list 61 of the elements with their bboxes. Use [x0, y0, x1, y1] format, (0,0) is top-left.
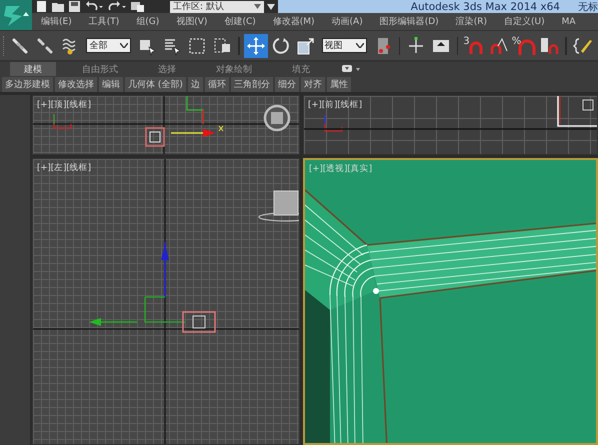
move-arrows-icon: [246, 36, 266, 56]
menu-item[interactable]: 修改器(M): [264, 15, 323, 28]
window-crossing-icon: [212, 36, 232, 56]
ribbon-panel-button[interactable]: 属性: [326, 76, 351, 92]
ribbon-panel-button[interactable]: 编辑: [99, 76, 123, 92]
broken-chain-icon: [35, 36, 56, 56]
menu-item[interactable]: 图形编辑器(D): [370, 15, 447, 28]
menu-item[interactable]: 编辑(E): [32, 15, 80, 28]
chain-link-icon: [10, 36, 30, 56]
save-icon[interactable]: [69, 1, 80, 12]
ribbon-panel-button[interactable]: 细分: [274, 76, 299, 92]
rotate-circle-icon: [270, 36, 291, 56]
new-file-icon[interactable]: [36, 1, 47, 12]
menu-item[interactable]: 动画(A): [322, 15, 371, 28]
caret-icon: [356, 43, 364, 48]
toolbar-button[interactable]: [244, 34, 268, 58]
spinner-magnet-icon: [539, 36, 560, 56]
toolbar-button[interactable]: %: [512, 34, 536, 58]
ribbon-panel-button[interactable]: 边: [188, 76, 203, 92]
ribbon-panel-button[interactable]: 修改选择: [55, 76, 97, 92]
ribbon-options-icon[interactable]: [342, 65, 360, 73]
ribbon-tab[interactable]: 选择: [144, 62, 190, 76]
menu-item[interactable]: 自定义(U): [494, 15, 553, 28]
dashed-rectangle-icon: [187, 36, 208, 56]
viewport[interactable]: [+][前][线框]: [303, 95, 598, 155]
menu-item[interactable]: 组(G): [127, 15, 168, 28]
ribbon-tab[interactable]: 填充: [278, 62, 324, 76]
ribbon-tab[interactable]: 自由形式: [68, 62, 132, 76]
file-name: 无标: [578, 0, 598, 13]
undo-icon[interactable]: [85, 1, 103, 12]
caret-icon: [120, 43, 128, 48]
scale-square-icon: [296, 36, 316, 56]
menu-item[interactable]: 创建(C): [215, 15, 264, 28]
menu-item[interactable]: 视图(V): [167, 15, 216, 28]
menu-item[interactable]: 工具(T): [80, 15, 128, 28]
angle-magnet-icon: [489, 36, 510, 56]
ribbon-tab[interactable]: 建模: [10, 62, 56, 76]
dropdown[interactable]: 视图: [322, 38, 366, 53]
project-folder-icon[interactable]: [131, 1, 144, 12]
ribbon-panel-button[interactable]: 几何体 (全部): [125, 76, 186, 92]
maximize-icon[interactable]: [582, 99, 594, 111]
toolbar-button[interactable]: 3: [462, 34, 486, 58]
menu-item[interactable]: MA: [552, 16, 584, 26]
viewport-label[interactable]: [+][左][线框]: [37, 162, 92, 174]
viewport-label[interactable]: [+][顶][线框]: [37, 99, 92, 111]
window-title: Autodesk 3ds Max 2014 x64: [410, 0, 560, 12]
dropdown[interactable]: 全部: [86, 38, 132, 53]
redo-icon[interactable]: [108, 1, 126, 12]
viewport[interactable]: [+][顶][线框]: [32, 95, 300, 155]
ribbon-tab[interactable]: 对象绘制: [202, 62, 266, 76]
menu-item[interactable]: 渲染(R): [446, 15, 495, 28]
ribbon-panel-button[interactable]: 循环: [204, 76, 229, 92]
braces-pencil-icon: [572, 36, 593, 56]
viewcube-icon[interactable]: [263, 104, 291, 132]
object-outline-drawing: [556, 96, 597, 128]
ribbon-panel-button[interactable]: 多边形建模: [2, 76, 53, 92]
viewport-label[interactable]: [+][前][线框]: [308, 99, 362, 111]
viewport[interactable]: [+][左][线框]: [32, 158, 300, 445]
workspace-dropdown[interactable]: 工作区: 默认: [170, 0, 264, 12]
ribbon-panel-button[interactable]: 三角剖分: [230, 76, 273, 92]
ribbon-panel-button[interactable]: 对齐: [300, 76, 325, 92]
